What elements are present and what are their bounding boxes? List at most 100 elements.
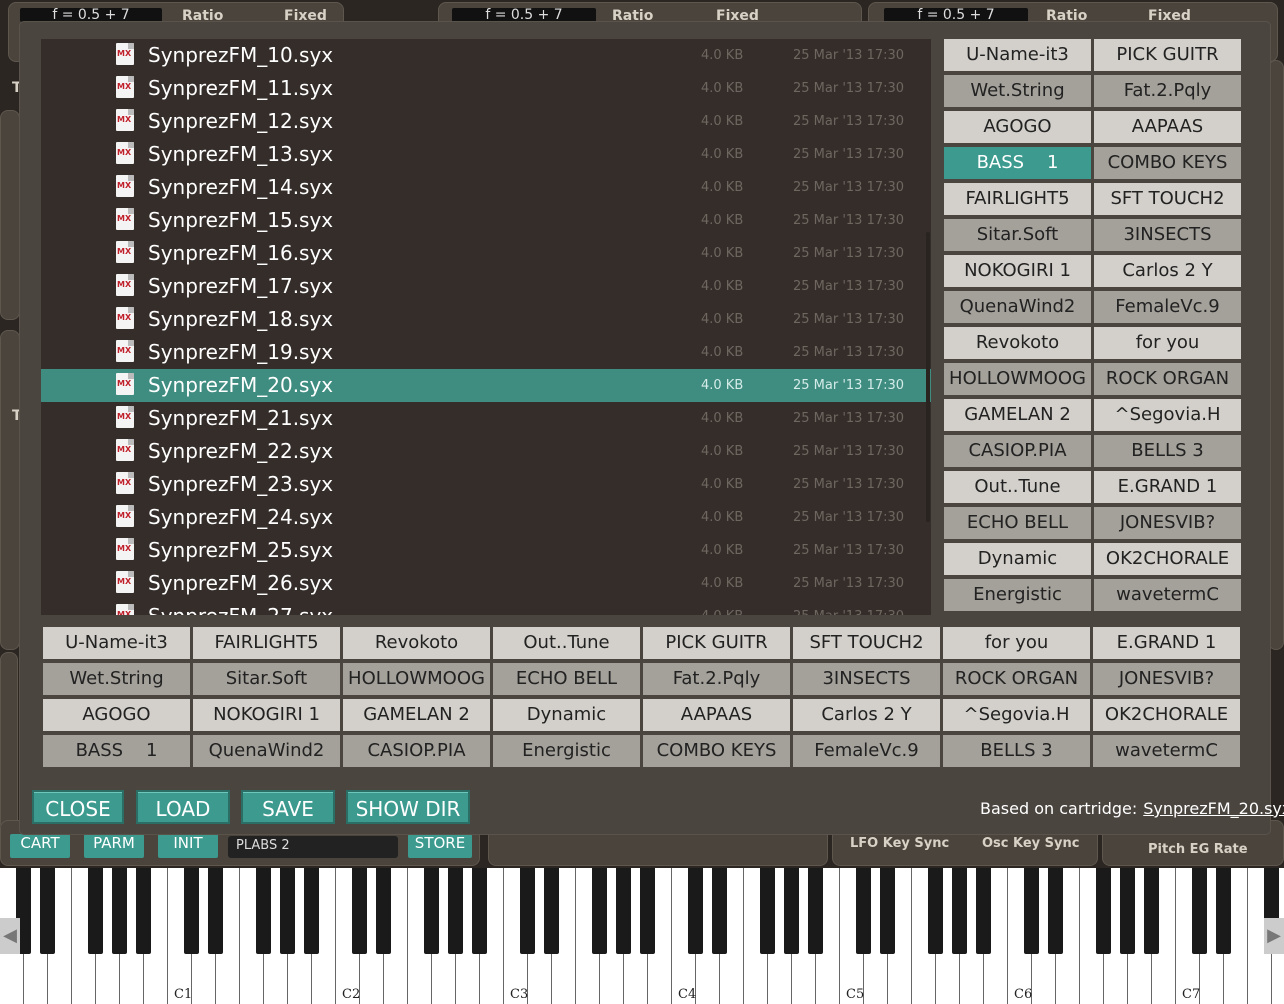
file-row[interactable]: MX SynprezFM_14.syx 4.0 KB 25 Mar '13 17:30 — [41, 171, 931, 204]
program-button[interactable]: Carlos 2 Y — [793, 699, 940, 731]
based-on-cartridge-link[interactable]: SynprezFM_20.syx — [1143, 799, 1284, 818]
black-key[interactable] — [1144, 868, 1159, 954]
black-key[interactable] — [1048, 868, 1063, 954]
cartridge-program-button[interactable]: ROCK ORGAN — [1094, 363, 1241, 395]
black-key[interactable] — [184, 868, 199, 954]
black-key[interactable] — [1096, 868, 1111, 954]
program-button[interactable]: COMBO KEYS — [643, 735, 790, 767]
black-key[interactable] — [880, 868, 895, 954]
cartridge-program-button[interactable]: Revokoto — [944, 327, 1091, 359]
cartridge-program-button[interactable]: Dynamic — [944, 543, 1091, 575]
cartridge-program-button[interactable]: OK2CHORALE — [1094, 543, 1241, 575]
parm-button[interactable]: PARM — [84, 834, 144, 858]
file-row[interactable]: MX SynprezFM_21.syx 4.0 KB 25 Mar '13 17:30 — [41, 402, 931, 435]
black-key[interactable] — [616, 868, 631, 954]
cartridge-program-button[interactable]: ECHO BELL — [944, 507, 1091, 539]
black-key[interactable] — [976, 868, 991, 954]
program-button[interactable]: Revokoto — [343, 627, 490, 659]
file-row[interactable]: MX SynprezFM_22.syx 4.0 KB 25 Mar '13 17:30 — [41, 435, 931, 468]
black-key[interactable] — [136, 868, 151, 954]
program-button[interactable]: FemaleVc.9 — [793, 735, 940, 767]
program-button[interactable]: JONESVIB? — [1093, 663, 1240, 695]
file-row[interactable]: MX SynprezFM_24.syx 4.0 KB 25 Mar '13 17:30 — [41, 501, 931, 534]
black-key[interactable] — [688, 868, 703, 954]
black-key[interactable] — [712, 868, 727, 954]
black-key[interactable] — [208, 868, 223, 954]
program-button[interactable]: Fat.2.Pqly — [643, 663, 790, 695]
program-button[interactable]: QuenaWind2 — [193, 735, 340, 767]
cartridge-program-button[interactable]: GAMELAN 2 — [944, 399, 1091, 431]
program-button[interactable]: AGOGO — [43, 699, 190, 731]
program-button[interactable]: SFT TOUCH2 — [793, 627, 940, 659]
program-button[interactable]: FAIRLIGHT5 — [193, 627, 340, 659]
program-button[interactable]: Out..Tune — [493, 627, 640, 659]
black-key[interactable] — [280, 868, 295, 954]
program-button[interactable]: BELLS 3 — [943, 735, 1090, 767]
program-button[interactable]: U-Name-it3 — [43, 627, 190, 659]
black-key[interactable] — [520, 868, 535, 954]
cartridge-program-button[interactable]: FAIRLIGHT5 — [944, 183, 1091, 215]
black-key[interactable] — [256, 868, 271, 954]
cartridge-program-button[interactable]: JONESVIB? — [1094, 507, 1241, 539]
cartridge-program-button[interactable]: COMBO KEYS — [1094, 147, 1241, 179]
program-button[interactable]: Wet.String — [43, 663, 190, 695]
cartridge-program-button[interactable]: ^Segovia.H — [1094, 399, 1241, 431]
file-row[interactable]: MX SynprezFM_19.syx 4.0 KB 25 Mar '13 17:30 — [41, 336, 931, 369]
cartridge-program-button[interactable]: FemaleVc.9 — [1094, 291, 1241, 323]
program-button[interactable]: E.GRAND 1 — [1093, 627, 1240, 659]
cartridge-program-button[interactable]: Out..Tune — [944, 471, 1091, 503]
file-row[interactable]: MX SynprezFM_10.syx 4.0 KB 25 Mar '13 17:30 — [41, 39, 931, 72]
file-list[interactable]: MX SynprezFM_10.syx 4.0 KB 25 Mar '13 17:30… — [41, 39, 931, 615]
cartridge-program-button[interactable]: 3INSECTS — [1094, 219, 1241, 251]
cartridge-program-button[interactable]: AGOGO — [944, 111, 1091, 143]
black-key[interactable] — [424, 868, 439, 954]
program-button[interactable]: PICK GUITR — [643, 627, 790, 659]
file-row[interactable]: MX SynprezFM_11.syx 4.0 KB 25 Mar '13 17:30 — [41, 72, 931, 105]
black-key[interactable] — [1192, 868, 1207, 954]
cartridge-program-button[interactable]: E.GRAND 1 — [1094, 471, 1241, 503]
program-button[interactable]: Energistic — [493, 735, 640, 767]
cartridge-program-button[interactable]: NOKOGIRI 1 — [944, 255, 1091, 287]
black-key[interactable] — [784, 868, 799, 954]
black-key[interactable] — [376, 868, 391, 954]
black-key[interactable] — [640, 868, 655, 954]
file-list-scrollbar[interactable] — [926, 232, 930, 522]
file-row[interactable]: MX SynprezFM_26.syx 4.0 KB 25 Mar '13 17:30 — [41, 567, 931, 600]
black-key[interactable] — [760, 868, 775, 954]
program-button[interactable]: BASS 1 — [43, 735, 190, 767]
keyboard-scroll-right-icon[interactable]: ▶ — [1264, 918, 1284, 954]
cartridge-program-button[interactable]: BELLS 3 — [1094, 435, 1241, 467]
program-button[interactable]: Sitar.Soft — [193, 663, 340, 695]
program-button[interactable]: AAPAAS — [643, 699, 790, 731]
program-button[interactable]: ROCK ORGAN — [943, 663, 1090, 695]
cartridge-program-button[interactable]: CASIOP.PIA — [944, 435, 1091, 467]
load-button[interactable]: LOAD — [136, 790, 230, 824]
black-key[interactable] — [304, 868, 319, 954]
save-button[interactable]: SAVE — [241, 790, 335, 824]
piano-keyboard[interactable]: C1 C2 C3 C4 C5 C6 C7 ◀ ▶ — [0, 868, 1284, 1004]
black-key[interactable] — [856, 868, 871, 954]
cartridge-program-button[interactable]: QuenaWind2 — [944, 291, 1091, 323]
cartridge-program-button[interactable]: HOLLOWMOOG — [944, 363, 1091, 395]
black-key[interactable] — [544, 868, 559, 954]
black-key[interactable] — [448, 868, 463, 954]
black-key[interactable] — [1120, 868, 1135, 954]
program-button[interactable]: GAMELAN 2 — [343, 699, 490, 731]
show-dir-button[interactable]: SHOW DIR — [346, 790, 470, 824]
program-button[interactable]: Dynamic — [493, 699, 640, 731]
black-key[interactable] — [808, 868, 823, 954]
cartridge-program-button[interactable]: for you — [1094, 327, 1241, 359]
close-button[interactable]: CLOSE — [32, 790, 124, 824]
keyboard-scroll-left-icon[interactable]: ◀ — [0, 918, 20, 954]
file-row[interactable]: MX SynprezFM_20.syx 4.0 KB 25 Mar '13 17:30 — [41, 369, 931, 402]
program-button[interactable]: ECHO BELL — [493, 663, 640, 695]
black-key[interactable] — [952, 868, 967, 954]
black-key[interactable] — [352, 868, 367, 954]
file-row[interactable]: MX SynprezFM_17.syx 4.0 KB 25 Mar '13 17:30 — [41, 270, 931, 303]
cartridge-program-button[interactable]: Carlos 2 Y — [1094, 255, 1241, 287]
black-key[interactable] — [592, 868, 607, 954]
store-button[interactable]: STORE — [408, 834, 472, 858]
program-button[interactable]: 3INSECTS — [793, 663, 940, 695]
file-row[interactable]: MX SynprezFM_15.syx 4.0 KB 25 Mar '13 17:30 — [41, 204, 931, 237]
program-button[interactable]: HOLLOWMOOG — [343, 663, 490, 695]
